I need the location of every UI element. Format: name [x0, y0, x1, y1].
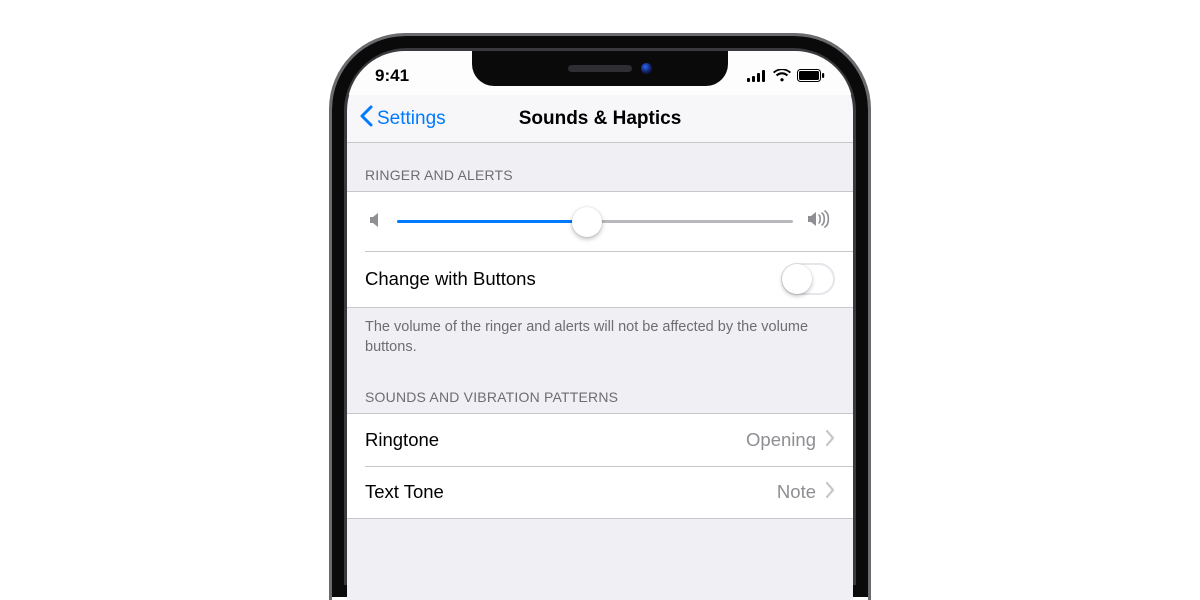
text-tone-value: Note	[777, 481, 816, 503]
status-time: 9:41	[375, 66, 409, 86]
front-camera	[641, 63, 652, 74]
text-tone-row[interactable]: Text Tone Note	[347, 466, 853, 518]
ringtone-label: Ringtone	[365, 429, 439, 451]
ringer-volume-slider[interactable]	[397, 220, 793, 223]
chevron-left-icon	[359, 105, 373, 133]
ringer-alerts-group: Change with Buttons	[347, 191, 853, 308]
change-with-buttons-toggle[interactable]	[781, 263, 835, 295]
ringer-volume-row	[347, 192, 853, 251]
back-button[interactable]: Settings	[353, 95, 452, 142]
back-label: Settings	[377, 108, 446, 130]
ringtone-value: Opening	[746, 429, 816, 451]
ringtone-row[interactable]: Ringtone Opening	[347, 414, 853, 466]
text-tone-label: Text Tone	[365, 481, 444, 503]
wifi-icon	[773, 69, 791, 82]
page-title: Sounds & Haptics	[519, 108, 682, 130]
earpiece-speaker	[568, 65, 632, 72]
change-with-buttons-row: Change with Buttons	[347, 251, 853, 307]
iphone-x-mock: 9:41	[329, 33, 871, 600]
change-with-buttons-label: Change with Buttons	[365, 268, 536, 290]
slider-thumb[interactable]	[572, 207, 602, 237]
nav-bar: Settings Sounds & Haptics	[347, 95, 853, 143]
chevron-right-icon	[826, 481, 835, 503]
screen: 9:41	[347, 51, 853, 600]
notch	[472, 51, 728, 86]
speaker-low-icon	[369, 211, 383, 233]
ringer-footer-text: The volume of the ringer and alerts will…	[347, 308, 853, 365]
speaker-high-icon	[807, 210, 831, 233]
battery-icon	[797, 69, 825, 82]
cellular-signal-icon	[747, 70, 767, 82]
chevron-right-icon	[826, 429, 835, 451]
patterns-group: Ringtone Opening Text Tone Note	[347, 413, 853, 519]
section-header-patterns: Sounds and Vibration Patterns	[347, 365, 853, 413]
section-header-ringer: Ringer and Alerts	[347, 143, 853, 191]
